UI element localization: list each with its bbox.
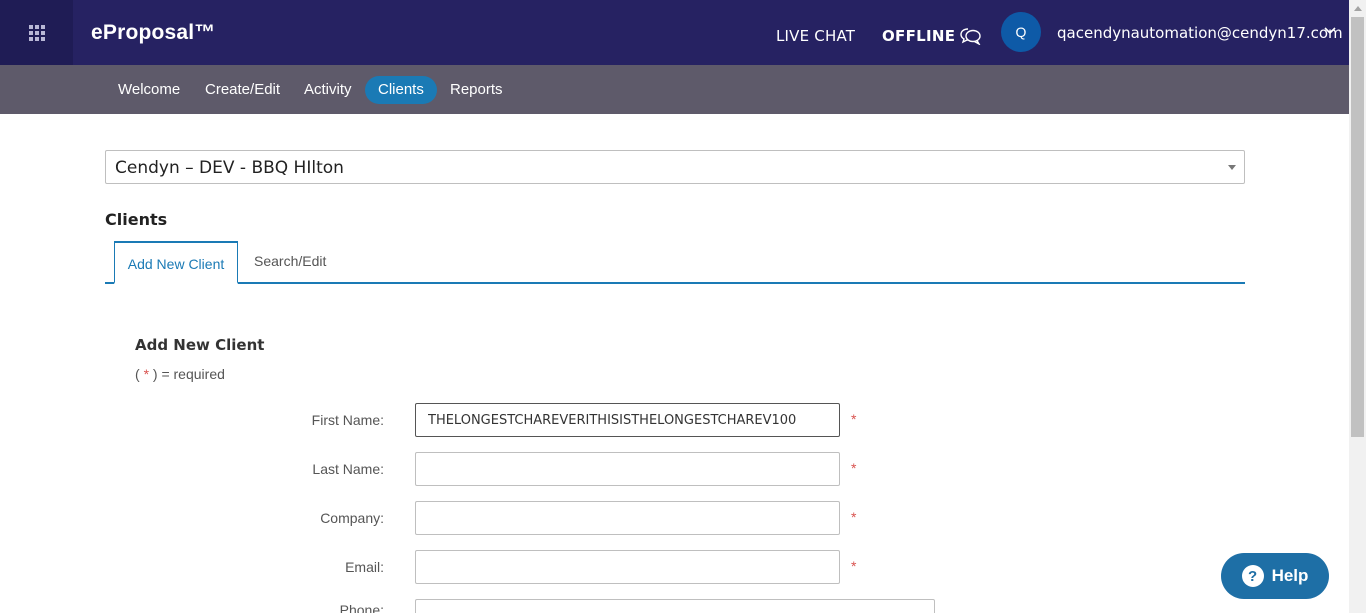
live-chat-link[interactable]: LIVE CHAT	[776, 27, 855, 45]
top-bar: eProposal™ LIVE CHAT OFFLINE Q qacendyna…	[0, 0, 1349, 65]
dropdown-arrow-icon	[1228, 165, 1236, 170]
user-email[interactable]: qacendynautomation@cendyn17.com	[1057, 24, 1343, 42]
help-button[interactable]: ? Help	[1221, 553, 1329, 599]
required-note: ( * ) = required	[135, 366, 225, 382]
required-note-prefix: (	[135, 366, 144, 382]
offline-status[interactable]: OFFLINE	[882, 27, 982, 45]
first-name-input[interactable]	[415, 403, 840, 437]
nav-item-clients[interactable]: Clients	[365, 76, 437, 104]
nav-item-create-edit[interactable]: Create/Edit	[192, 76, 293, 104]
main-nav: Welcome Create/Edit Activity Clients Rep…	[0, 65, 1349, 114]
company-required-star: *	[851, 509, 857, 525]
first-name-required-star: *	[851, 411, 857, 427]
apps-menu-button[interactable]	[0, 0, 73, 65]
page-scrollbar[interactable]	[1349, 0, 1366, 613]
grid-icon	[28, 24, 45, 41]
email-required-star: *	[851, 558, 857, 574]
nav-item-reports[interactable]: Reports	[437, 76, 516, 104]
email-input[interactable]	[415, 550, 840, 584]
email-label: Email:	[345, 559, 384, 575]
page-title: Clients	[105, 210, 168, 229]
property-select[interactable]: Cendyn – DEV - BBQ HIlton	[105, 150, 1245, 184]
question-mark-icon: ?	[1241, 565, 1264, 587]
company-input[interactable]	[415, 501, 840, 535]
scrollbar-thumb[interactable]	[1351, 17, 1364, 437]
phone-label: Phone:	[339, 602, 384, 613]
company-label: Company:	[320, 510, 384, 526]
last-name-label: Last Name:	[312, 461, 384, 477]
property-select-value: Cendyn – DEV - BBQ HIlton	[115, 158, 344, 178]
required-note-suffix: ) = required	[149, 366, 225, 382]
nav-item-welcome[interactable]: Welcome	[105, 76, 193, 104]
first-name-label: First Name:	[311, 412, 384, 428]
help-label: Help	[1271, 566, 1309, 585]
avatar[interactable]: Q	[1001, 12, 1041, 52]
brand-logo: eProposal™	[91, 21, 216, 44]
nav-item-activity[interactable]: Activity	[291, 76, 365, 104]
chat-bubbles-icon	[960, 28, 981, 45]
tab-search-edit[interactable]: Search/Edit	[254, 240, 326, 283]
scroll-up-arrow-icon[interactable]	[1349, 0, 1366, 17]
chevron-down-icon[interactable]	[1323, 26, 1337, 36]
form-title: Add New Client	[135, 336, 265, 354]
last-name-required-star: *	[851, 460, 857, 476]
tab-add-new-client[interactable]: Add New Client	[114, 241, 238, 284]
offline-label: OFFLINE	[882, 27, 956, 45]
phone-input[interactable]	[415, 599, 935, 613]
last-name-input[interactable]	[415, 452, 840, 486]
